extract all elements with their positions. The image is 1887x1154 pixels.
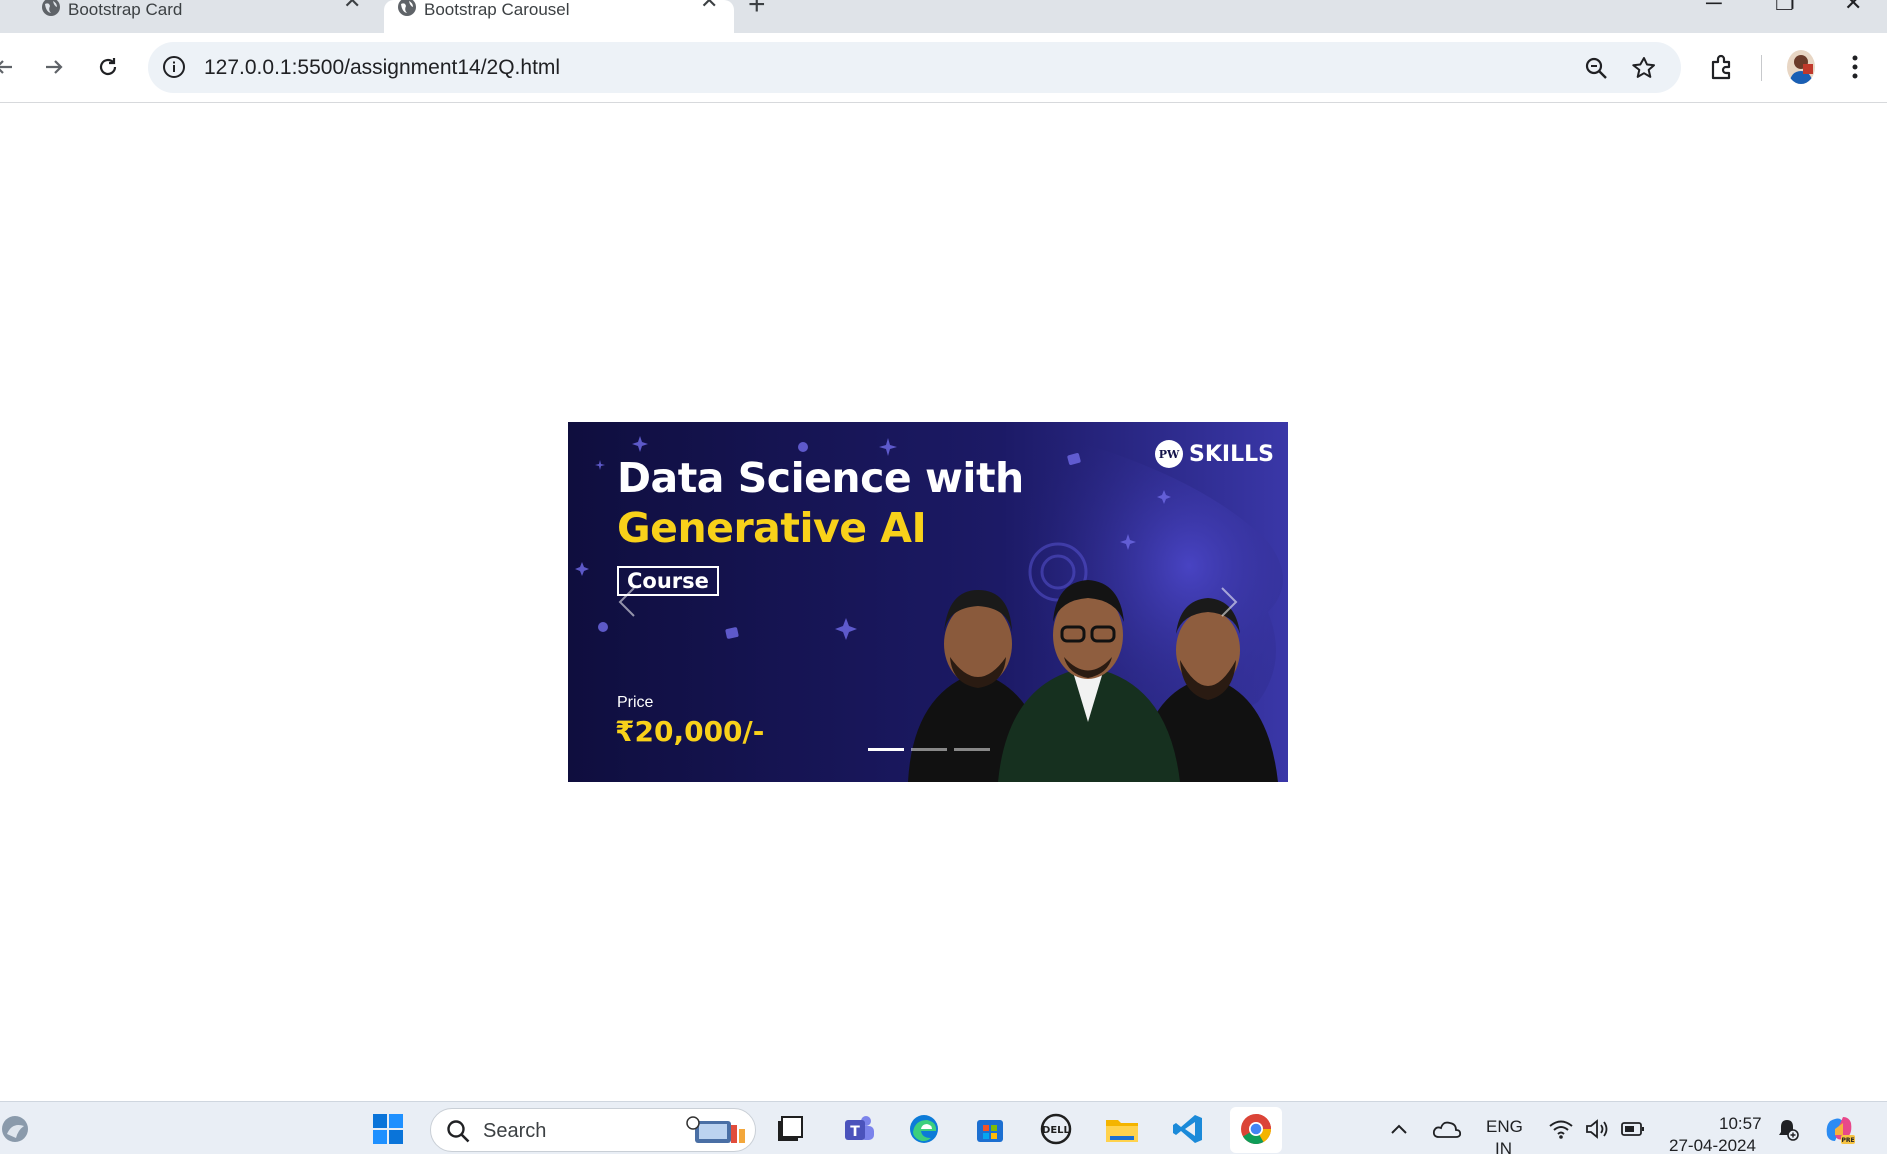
brand-name: SKILLS [1189,441,1274,467]
globe-icon [398,0,416,16]
slide-title-line1: Data Science with [617,454,1024,502]
tab-title: Bootstrap Card [68,0,183,19]
microsoft-store-icon[interactable] [971,1110,1009,1148]
globe-icon [42,0,60,16]
tab-title: Bootstrap Carousel [424,0,570,19]
volume-icon[interactable] [1578,1110,1616,1148]
region-indicator[interactable]: IN [1495,1139,1512,1154]
clock-time[interactable]: 10:57 [1719,1114,1762,1134]
search-icon [447,1120,470,1143]
svg-text:T: T [850,1124,860,1140]
chevron-left-icon [618,587,635,617]
svg-text:DELL: DELL [1042,1125,1071,1136]
extensions-icon[interactable] [1705,50,1739,84]
tab-bootstrap-card[interactable]: Bootstrap Card ✕ [28,0,373,33]
notification-settings-icon[interactable] [1768,1110,1806,1148]
browser-toolbar: 127.0.0.1:5500/assignment14/2Q.html [0,33,1887,103]
tab-bootstrap-carousel[interactable]: Bootstrap Carousel ✕ [384,0,734,33]
chevron-up-icon[interactable] [1380,1110,1418,1148]
file-explorer-icon[interactable] [1103,1110,1141,1148]
course-carousel[interactable]: PW SKILLS Data Science with Generative A… [568,422,1288,782]
toolbar-divider [1761,55,1762,81]
search-placeholder: Search [483,1120,547,1142]
dell-icon[interactable]: DELL [1037,1110,1075,1148]
language-indicator[interactable]: ENG [1486,1117,1523,1137]
reload-icon [99,58,117,76]
windows-taskbar: Search T DELL ENG IN 10:57 27-04-2024 PR… [0,1101,1887,1154]
task-view-icon[interactable] [771,1110,809,1148]
carousel-indicator[interactable] [954,748,990,751]
profile-avatar[interactable] [1787,50,1815,84]
close-icon[interactable]: ✕ [343,0,361,12]
site-info-icon[interactable] [162,55,186,79]
carousel-prev-button[interactable] [608,582,648,622]
new-tab-button[interactable]: + [748,0,766,20]
battery-icon[interactable] [1614,1110,1652,1148]
copilot-icon[interactable]: PRE [1820,1110,1858,1148]
close-icon[interactable]: ✕ [700,0,718,12]
page-content: PW SKILLS Data Science with Generative A… [0,103,1887,1101]
restore-icon[interactable]: ❐ [1775,0,1795,14]
taskbar-search[interactable]: Search [430,1108,756,1152]
address-bar[interactable]: 127.0.0.1:5500/assignment14/2Q.html [148,42,1681,93]
teams-icon[interactable]: T [840,1110,878,1148]
zoom-icon[interactable] [1582,54,1610,82]
search-highlight-icon [686,1116,745,1143]
price-label: Price [617,694,654,711]
carousel-indicator[interactable] [868,748,904,751]
window-close-icon[interactable]: ✕ [1844,0,1862,14]
bookmark-star-icon[interactable] [1630,54,1658,82]
carousel-indicator[interactable] [911,748,947,751]
carousel-next-button[interactable] [1208,582,1248,622]
url-text[interactable]: 127.0.0.1:5500/assignment14/2Q.html [204,56,560,80]
minimize-icon[interactable]: ─ [1706,0,1722,14]
vscode-icon[interactable] [1169,1110,1207,1148]
edge-icon[interactable] [905,1110,943,1148]
widgets-icon[interactable] [0,1110,34,1148]
more-menu-icon[interactable] [1838,50,1872,84]
windows-start-icon[interactable] [369,1110,407,1148]
tab-strip: Bootstrap Card ✕ Bootstrap Carousel ✕ + … [0,0,1887,33]
forward-arrow-icon [46,60,63,74]
reload-button[interactable] [90,49,126,85]
carousel-indicators [868,748,990,751]
forward-button[interactable] [36,49,72,85]
onedrive-cloud-icon[interactable] [1428,1110,1466,1148]
pw-logo-icon: PW [1155,440,1183,468]
chrome-icon[interactable] [1237,1110,1275,1148]
chevron-right-icon [1221,587,1238,617]
back-button[interactable] [0,49,22,85]
brand-logo: PW SKILLS [1155,440,1274,468]
slide-title-line2: Generative AI [617,504,927,552]
back-arrow-icon [0,60,12,74]
wifi-icon[interactable] [1542,1110,1580,1148]
clock-date[interactable]: 27-04-2024 [1669,1136,1756,1154]
svg-text:PRE: PRE [1841,1137,1854,1144]
price-value: ₹20,000/- [615,715,765,748]
